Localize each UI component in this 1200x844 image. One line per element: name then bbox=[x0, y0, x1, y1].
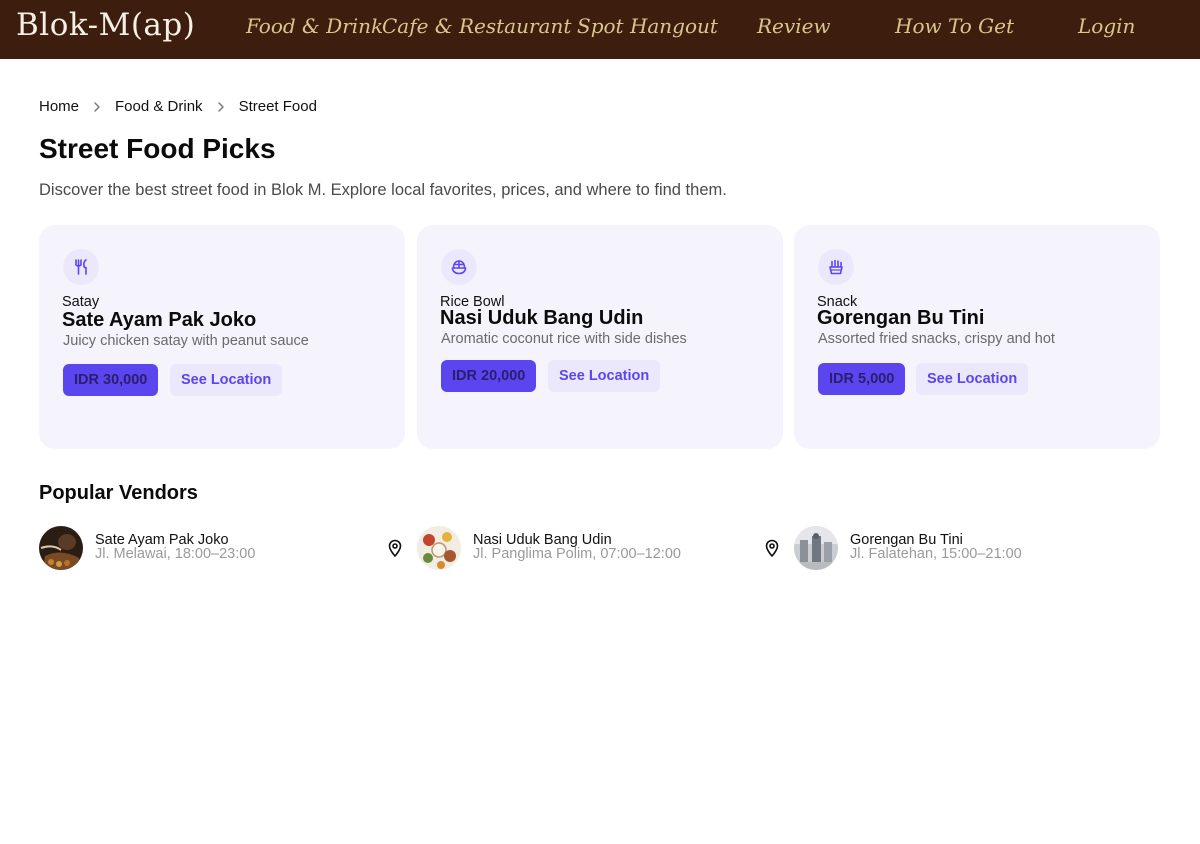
popular-vendors-title: Popular Vendors bbox=[39, 482, 198, 504]
breadcrumb-current: Street Food bbox=[238, 98, 317, 115]
card-category: Satay bbox=[62, 294, 100, 310]
nav-cafe-restaurant[interactable]: Cafe & Restaurant bbox=[382, 14, 571, 38]
chevron-right-icon bbox=[214, 100, 228, 114]
nav-spot-hangout[interactable]: Spot Hangout bbox=[577, 14, 718, 38]
food-card: Snack Gorengan Bu Tini Assorted fried sn… bbox=[794, 225, 1160, 449]
vendor-item[interactable]: Sate Ayam Pak Joko Jl. Melawai, 18:00–23… bbox=[39, 526, 404, 570]
brand-logo[interactable]: Blok-M(ap) bbox=[16, 7, 195, 43]
page-title: Street Food Picks bbox=[39, 133, 276, 164]
page-description: Discover the best street food in Blok M.… bbox=[39, 181, 727, 199]
food-card: Rice Bowl Nasi Uduk Bang Udin Aromatic c… bbox=[417, 225, 783, 449]
card-title: Nasi Uduk Bang Udin bbox=[440, 307, 644, 329]
price-button[interactable]: IDR 5,000 bbox=[818, 363, 906, 395]
nav-review[interactable]: Review bbox=[757, 14, 831, 38]
vendor-info: Jl. Melawai, 18:00–23:00 bbox=[95, 546, 256, 562]
price-button[interactable]: IDR 30,000 bbox=[63, 364, 159, 396]
nav-how-to-get[interactable]: How To Get bbox=[895, 14, 1014, 38]
vendor-info: Jl. Falatehan, 15:00–21:00 bbox=[850, 546, 1022, 562]
top-navbar: Blok-M(ap) Food & Drink Cafe & Restauran… bbox=[0, 0, 1200, 59]
card-title: Gorengan Bu Tini bbox=[817, 307, 985, 329]
see-location-button[interactable]: See Location bbox=[170, 364, 283, 396]
vendor-avatar bbox=[794, 526, 838, 570]
price-button[interactable]: IDR 20,000 bbox=[441, 360, 537, 392]
nav-food-drink[interactable]: Food & Drink bbox=[246, 14, 383, 38]
vendor-item[interactable]: Gorengan Bu Tini Jl. Falatehan, 15:00–21… bbox=[794, 526, 1160, 570]
rice-bowl-icon bbox=[441, 249, 477, 285]
fries-icon bbox=[818, 249, 854, 285]
vendor-info: Jl. Panglima Polim, 07:00–12:00 bbox=[473, 546, 681, 562]
card-description: Juicy chicken satay with peanut sauce bbox=[63, 333, 309, 349]
breadcrumb: Home Food & Drink Street Food bbox=[39, 98, 317, 115]
see-location-button[interactable]: See Location bbox=[548, 360, 661, 392]
vendor-avatar bbox=[417, 526, 461, 570]
map-pin-icon[interactable] bbox=[764, 539, 780, 557]
card-title: Sate Ayam Pak Joko bbox=[62, 309, 257, 331]
see-location-button[interactable]: See Location bbox=[916, 363, 1029, 395]
breadcrumb-food-drink[interactable]: Food & Drink bbox=[115, 98, 203, 115]
card-description: Aromatic coconut rice with side dishes bbox=[441, 331, 687, 347]
utensils-icon bbox=[63, 249, 99, 285]
vendor-avatar bbox=[39, 526, 83, 570]
breadcrumb-home[interactable]: Home bbox=[39, 98, 79, 115]
vendor-item[interactable]: Nasi Uduk Bang Udin Jl. Panglima Polim, … bbox=[417, 526, 781, 570]
nav-login[interactable]: Login bbox=[1078, 14, 1135, 38]
map-pin-icon[interactable] bbox=[387, 539, 403, 557]
food-card: Satay Sate Ayam Pak Joko Juicy chicken s… bbox=[39, 225, 405, 449]
chevron-right-icon bbox=[90, 100, 104, 114]
card-description: Assorted fried snacks, crispy and hot bbox=[818, 331, 1055, 347]
